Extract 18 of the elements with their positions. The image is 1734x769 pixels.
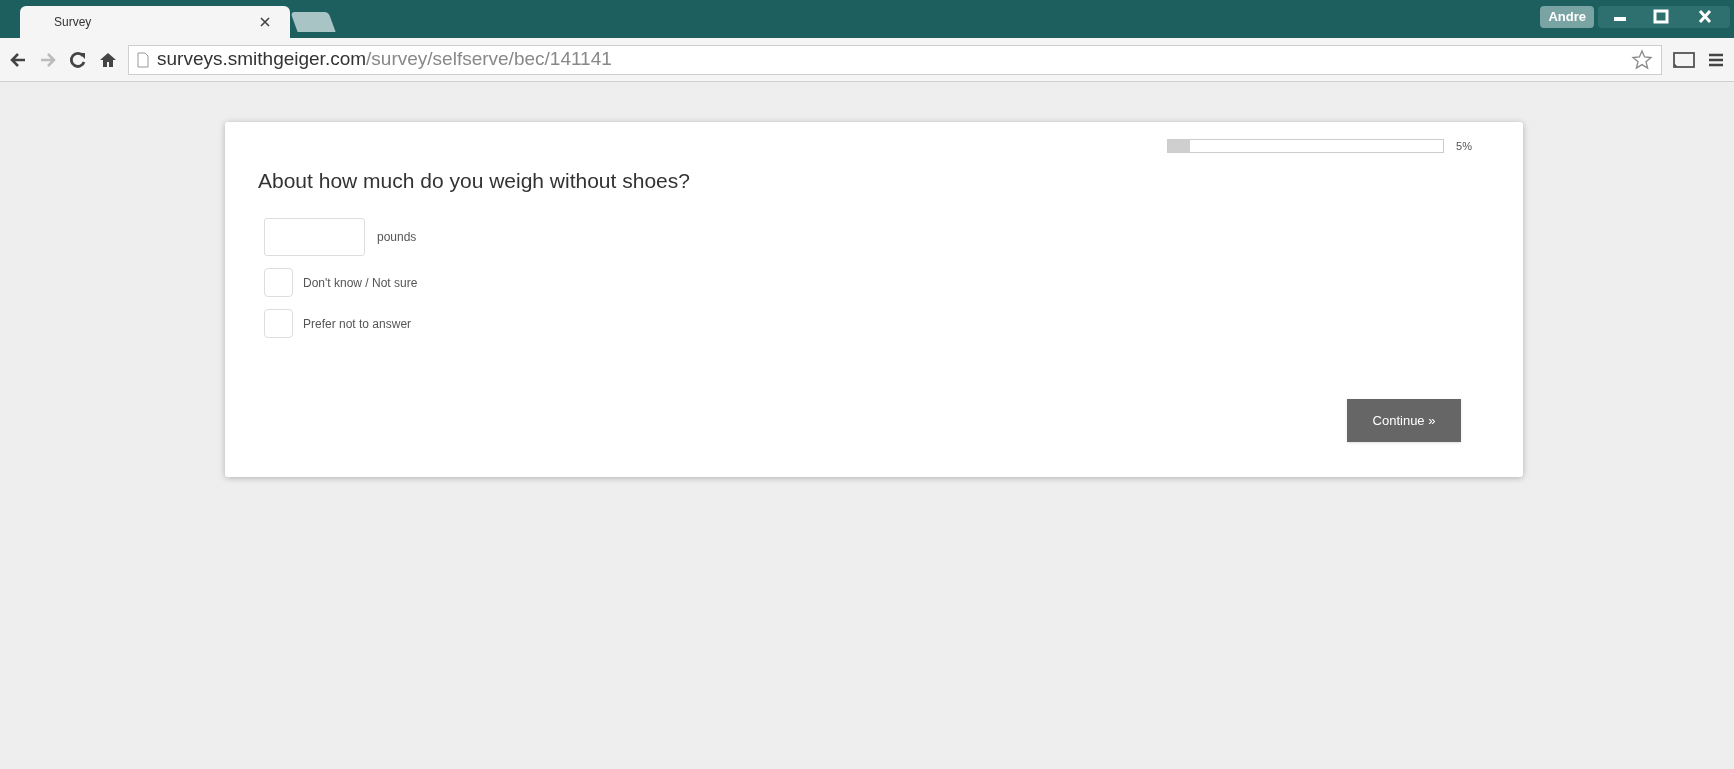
new-tab-button[interactable]	[290, 12, 336, 32]
browser-tab[interactable]: Survey	[20, 6, 290, 38]
unit-label: pounds	[377, 229, 417, 246]
star-icon[interactable]	[1631, 48, 1653, 71]
weight-input[interactable]	[264, 218, 365, 256]
question-text: About how much do you weigh without shoes?	[258, 167, 691, 194]
page-icon	[137, 51, 149, 68]
address-bar[interactable]: surveys.smithgeiger.com/survey/selfserve/bec/141141	[128, 44, 1662, 75]
checkbox[interactable]	[264, 309, 293, 338]
progress-label: 5%	[1456, 139, 1472, 154]
continue-button[interactable]: Continue »	[1347, 399, 1461, 442]
option-label: Don't know / Not sure	[303, 274, 418, 292]
cast-icon[interactable]	[1672, 49, 1696, 70]
url-text: surveys.smithgeiger.com/survey/selfserve/bec/141141	[157, 47, 612, 72]
reload-icon[interactable]	[68, 49, 88, 70]
option-label: Prefer not to answer	[303, 315, 412, 333]
checkbox[interactable]	[264, 268, 293, 297]
close-icon[interactable]	[260, 17, 270, 27]
